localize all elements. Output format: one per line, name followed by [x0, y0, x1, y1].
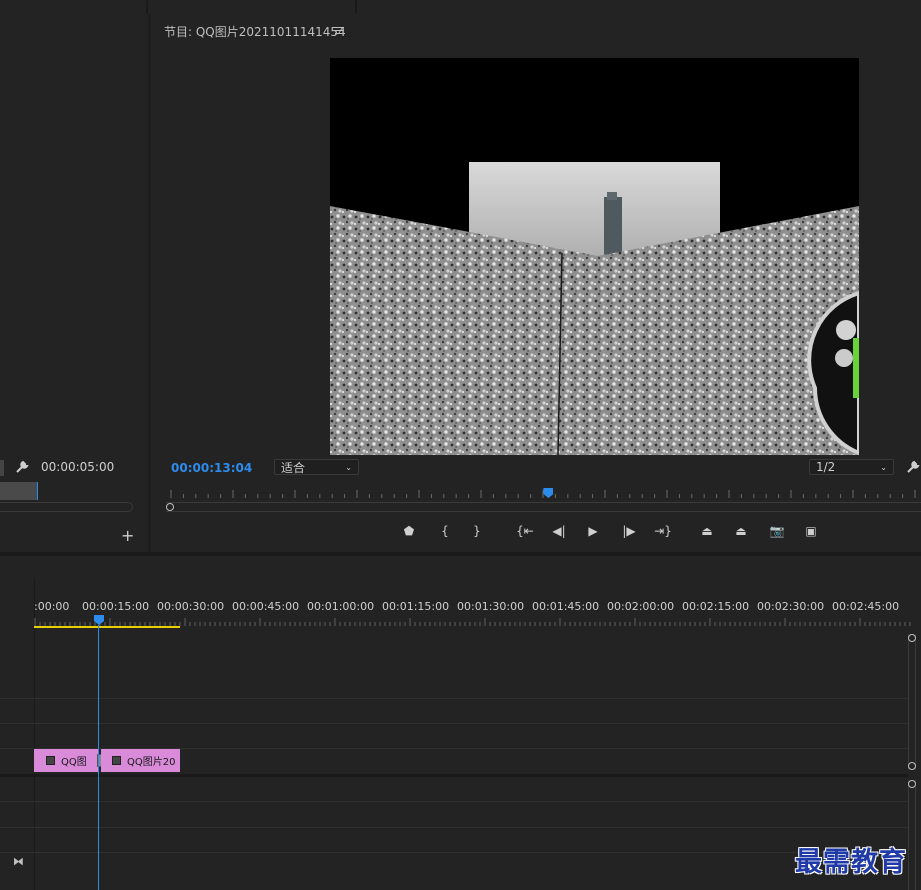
track-divider [0, 801, 908, 802]
track-divider [0, 852, 908, 853]
zoom-select[interactable]: 适合 ⌄ [274, 459, 359, 475]
hamburger-icon[interactable] [335, 27, 344, 35]
program-video-frame[interactable] [330, 58, 859, 455]
ruler-label: 00:01:45:00 [532, 600, 600, 613]
zoom-select-value: 适合 [281, 460, 306, 475]
mark-out-button[interactable]: } [466, 520, 488, 542]
video-audio-divider[interactable] [0, 774, 908, 777]
resolution-select-value: 1/2 [816, 460, 836, 474]
program-time-ruler[interactable] [163, 486, 921, 500]
compare-view-button[interactable]: ▣ [800, 520, 822, 542]
chevron-down-icon: ⌄ [880, 462, 887, 472]
wrench-icon[interactable] [906, 459, 921, 475]
timeline-clip[interactable]: QQ图片20 [101, 749, 180, 772]
granite-walls [330, 206, 859, 455]
ruler-label: 00:02:15:00 [682, 600, 750, 613]
add-button[interactable]: + [121, 526, 134, 545]
ruler-label: 00:02:45:00 [832, 600, 900, 613]
track-divider [0, 723, 908, 724]
chevron-down-icon: ⌄ [345, 462, 352, 472]
source-playhead[interactable] [37, 482, 38, 500]
extract-button[interactable]: ⏏ [730, 520, 752, 542]
program-zoom-scrollbar[interactable] [166, 502, 921, 512]
top-panel-strip [0, 0, 921, 14]
export-frame-button[interactable]: 📷 [766, 520, 788, 542]
clip-label: QQ图 [61, 757, 87, 768]
ruler-label: 00:00:45:00 [232, 600, 300, 613]
ruler-label: 00:01:15:00 [382, 600, 450, 613]
lift-button[interactable]: ⏏ [696, 520, 718, 542]
source-monitor-panel: 00:00:05:00 + [0, 14, 148, 552]
fx-icon [112, 756, 121, 765]
source-timecode[interactable]: 00:00:05:00 [41, 460, 114, 474]
add-marker-button[interactable]: ⬟ [398, 520, 420, 542]
video-tracks-scrollbar[interactable] [908, 634, 916, 770]
audio-tracks-scrollbar[interactable] [908, 780, 916, 890]
transport-controls: ⬟ {} {⇤ ◀| ▶ |▶ ⇥} ⏏ ⏏ 📷 ▣ [398, 520, 838, 544]
program-title[interactable]: 节目: QQ图片20211011141454 [164, 23, 346, 40]
ruler-label: 00:01:30:00 [457, 600, 525, 613]
wrench-icon[interactable] [15, 460, 31, 476]
ruler-label: 00:01:00:00 [307, 600, 375, 613]
clip-label: QQ图片20 [127, 757, 176, 768]
scrollbar-handle[interactable] [908, 780, 916, 788]
ruler-label: 00:02:00:00 [607, 600, 675, 613]
timeline-clip[interactable]: QQ图 [34, 749, 99, 772]
step-forward-button[interactable]: |▶ [618, 520, 640, 542]
work-area-bar[interactable] [34, 626, 180, 628]
track-divider [0, 698, 908, 699]
watermark: 最需教育 [795, 847, 907, 878]
timeline-ruler-labels: :00:00 00:00:15:00 00:00:30:00 00:00:45:00 0… [0, 600, 921, 614]
scrollbar-handle[interactable] [908, 762, 916, 770]
go-to-in-button[interactable]: {⇤ [514, 520, 536, 542]
master-track-icon[interactable]: ⧓ [13, 855, 24, 868]
program-timecode[interactable]: 00:00:13:04 [171, 461, 252, 475]
scrollbar-handle[interactable] [908, 634, 916, 642]
track-headers [0, 578, 35, 890]
panel-divider [355, 0, 357, 14]
fx-icon [46, 756, 55, 765]
mark-in-button[interactable]: { [434, 520, 456, 542]
step-back-button[interactable]: ◀| [548, 520, 570, 542]
track-divider [0, 827, 908, 828]
resolution-select[interactable]: 1/2 ⌄ [809, 459, 894, 475]
panel-divider [146, 0, 148, 14]
source-zoom-scrollbar[interactable] [0, 502, 133, 512]
source-dropdown-edge[interactable] [0, 460, 4, 476]
go-to-out-button[interactable]: ⇥} [652, 520, 674, 542]
ruler-label: :00:00 [34, 600, 70, 613]
ruler-label: 00:02:30:00 [757, 600, 825, 613]
play-button[interactable]: ▶ [582, 520, 604, 542]
ruler-label: 00:00:30:00 [157, 600, 225, 613]
source-in-out-range [0, 482, 38, 500]
ruler-label: 00:00:15:00 [82, 600, 150, 613]
timeline-playhead-line[interactable] [98, 625, 99, 890]
scrollbar-handle[interactable] [166, 503, 174, 511]
